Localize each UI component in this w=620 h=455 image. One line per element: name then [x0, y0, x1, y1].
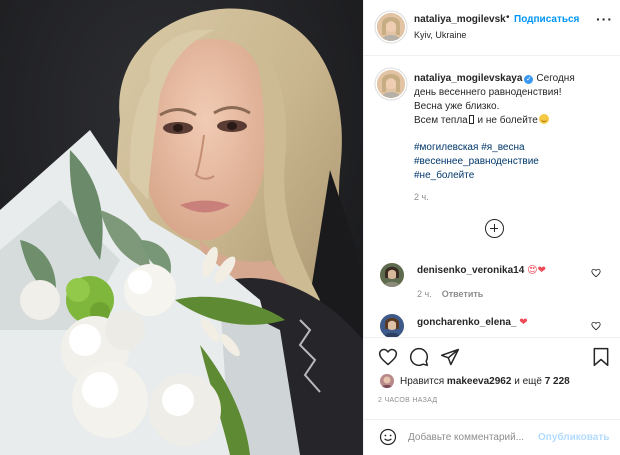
caption-line-2: день весеннего равноденствия! — [414, 87, 562, 98]
post-location[interactable]: Kyiv, Ukraine — [414, 30, 466, 40]
likes-count[interactable]: 7 228 — [545, 376, 570, 387]
smiley-emoji-icon — [538, 114, 549, 124]
comment: denisenko_veronika14 😍❤ — [417, 265, 546, 276]
caption-timestamp: 2 ч. — [414, 192, 429, 202]
post-time-ago: 2 ЧАСОВ НАЗАД — [378, 397, 438, 404]
commenter-avatar[interactable] — [380, 263, 404, 287]
likes-prefix: Нравится — [400, 376, 445, 387]
follow-button[interactable]: Подписаться — [514, 14, 579, 25]
comment: goncharenko_elena_ ❤ — [417, 317, 528, 328]
smiley-icon[interactable] — [379, 428, 397, 446]
comment-age: 2 ч. — [417, 289, 432, 299]
caption-line-3: Весна уже близко. — [414, 101, 500, 112]
liker-avatar[interactable] — [380, 374, 394, 388]
caption-username[interactable]: nataliya_mogilevskaya — [414, 73, 522, 84]
post-header: nataliya_mogilevsk • Подписаться Kyiv, U… — [364, 0, 620, 56]
post-caption: nataliya_mogilevskaya ✓ Сегодня день весен… — [414, 72, 614, 128]
post-comment-button[interactable]: Опубликовать — [538, 432, 609, 443]
paper-plane-icon[interactable] — [440, 347, 460, 367]
verified-badge-icon: ✓ — [524, 75, 534, 84]
heart-icon[interactable] — [378, 347, 398, 367]
author-avatar[interactable] — [377, 13, 405, 41]
hashtag-link[interactable]: #не_болейте — [414, 169, 614, 183]
bookmark-icon[interactable] — [592, 347, 610, 367]
author-username[interactable]: nataliya_mogilevsk — [414, 14, 506, 25]
missing-glyph-icon — [468, 115, 474, 124]
caption-line-1: Сегодня — [536, 73, 575, 84]
comment-like-heart-icon[interactable] — [591, 268, 601, 278]
post-photo[interactable] — [0, 0, 363, 455]
comment-text: 😍❤ — [527, 265, 546, 276]
action-bar — [364, 337, 620, 377]
caption-author-avatar[interactable] — [377, 70, 405, 98]
comment-like-heart-icon[interactable] — [591, 321, 601, 331]
commenter-avatar[interactable] — [380, 314, 404, 338]
separator-dot: • — [506, 12, 510, 23]
caption-line-4b: и не болейте — [474, 115, 538, 126]
add-comment-bar: Опубликовать — [364, 419, 620, 455]
comment-text: ❤ — [519, 317, 528, 328]
comment-username[interactable]: denisenko_veronika14 — [417, 265, 524, 276]
caption-line-4a: Всем тепла — [414, 115, 468, 126]
hashtag-link[interactable]: #могилевская #я_весна — [414, 141, 614, 155]
comment-icon[interactable] — [409, 347, 429, 367]
reply-button[interactable]: Ответить — [442, 289, 484, 299]
likes-summary: Нравится makeeva2962 и ещё 7 228 — [400, 376, 570, 387]
likes-middle: и ещё — [514, 376, 542, 387]
hashtag-list: #могилевская #я_весна #весеннее_равноден… — [414, 141, 614, 183]
ellipsis-icon[interactable]: ··· — [596, 11, 613, 27]
hashtag-link[interactable]: #весеннее_равноденствие — [414, 155, 614, 169]
comment-meta: 2 ч. Ответить — [417, 289, 493, 299]
comment-username[interactable]: goncharenko_elena_ — [417, 317, 516, 328]
plus-circle-icon[interactable] — [485, 219, 504, 238]
liker-username[interactable]: makeeva2962 — [447, 376, 512, 387]
post-side-panel: nataliya_mogilevsk • Подписаться Kyiv, U… — [363, 0, 620, 455]
portrait-with-bouquet-image — [0, 0, 363, 455]
comment-input[interactable] — [408, 429, 558, 445]
